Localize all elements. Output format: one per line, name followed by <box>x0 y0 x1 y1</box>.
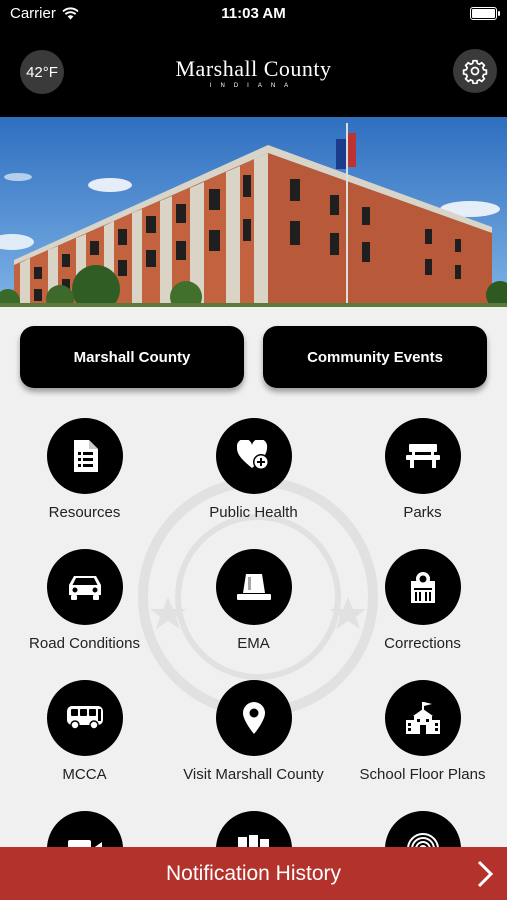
video-button[interactable] <box>46 811 123 847</box>
main-content: Marshall County Community Events Resourc… <box>0 307 507 847</box>
tile-mcca[interactable]: MCCA <box>0 680 169 783</box>
tile-label: Public Health <box>209 504 298 521</box>
map-pin-icon <box>242 702 265 734</box>
ema-button[interactable] <box>215 549 292 625</box>
document-icon <box>73 440 98 472</box>
parks-button[interactable] <box>384 418 461 494</box>
settings-button[interactable] <box>453 49 497 93</box>
tile-public-health[interactable]: Public Health <box>169 418 338 521</box>
tile-visit-marshall-county[interactable]: Visit Marshall County <box>169 680 338 783</box>
jail-building-icon <box>410 572 435 603</box>
tile-label: Visit Marshall County <box>183 766 324 783</box>
tile-video[interactable] <box>0 811 169 847</box>
clock: 11:03 AM <box>221 5 286 22</box>
mcca-button[interactable] <box>46 680 123 756</box>
battery-icon <box>470 7 500 20</box>
tile-parks[interactable]: Parks <box>338 418 507 521</box>
bus-icon <box>66 706 103 730</box>
marshall-county-button[interactable]: Marshall County <box>20 326 244 388</box>
tile-corrections[interactable]: Corrections <box>338 549 507 652</box>
tile-road-conditions[interactable]: Road Conditions <box>0 549 169 652</box>
tile-library[interactable] <box>169 811 338 847</box>
hero-building-image <box>0 117 507 307</box>
county-logo: Marshall County INDIANA <box>0 56 507 89</box>
community-events-button[interactable]: Community Events <box>263 326 487 388</box>
tile-label: Corrections <box>384 635 461 652</box>
status-bar: Carrier 11:03 AM <box>0 0 507 30</box>
bench-icon <box>405 444 440 468</box>
tile-label: Parks <box>403 504 442 521</box>
tile-fingerprint[interactable] <box>338 811 507 847</box>
tile-label: Resources <box>48 504 121 521</box>
public-health-button[interactable] <box>215 418 292 494</box>
tile-ema[interactable]: EMA <box>169 549 338 652</box>
video-camera-icon <box>67 840 102 847</box>
siren-icon <box>236 574 271 600</box>
tile-label: MCCA <box>62 766 107 783</box>
books-icon <box>237 835 269 847</box>
road-conditions-button[interactable] <box>46 549 123 625</box>
notification-history-label: Notification History <box>165 861 342 885</box>
resources-button[interactable] <box>46 418 123 494</box>
library-button[interactable] <box>215 811 292 847</box>
heart-plus-icon <box>236 440 269 470</box>
gear-icon <box>462 59 488 84</box>
tile-label: School Floor Plans <box>359 766 486 783</box>
school-icon <box>405 702 440 734</box>
fingerprint-button[interactable] <box>384 811 461 847</box>
fingerprint-icon <box>406 833 439 847</box>
chevron-right-icon <box>477 860 494 888</box>
tile-resources[interactable]: Resources <box>0 418 169 521</box>
corrections-button[interactable] <box>384 549 461 625</box>
app-header: 42°F Marshall County INDIANA <box>0 30 507 117</box>
tile-label: EMA <box>237 635 270 652</box>
tile-school-floor-plans[interactable]: School Floor Plans <box>338 680 507 783</box>
notification-history-button[interactable]: Notification History <box>0 847 507 900</box>
school-floor-plans-button[interactable] <box>384 680 461 756</box>
car-icon <box>68 576 101 600</box>
logo-subtitle: INDIANA <box>209 83 298 89</box>
logo-title: Marshall County <box>175 56 332 81</box>
visit-marshall-county-button[interactable] <box>215 680 292 756</box>
tile-label: Road Conditions <box>29 635 140 652</box>
